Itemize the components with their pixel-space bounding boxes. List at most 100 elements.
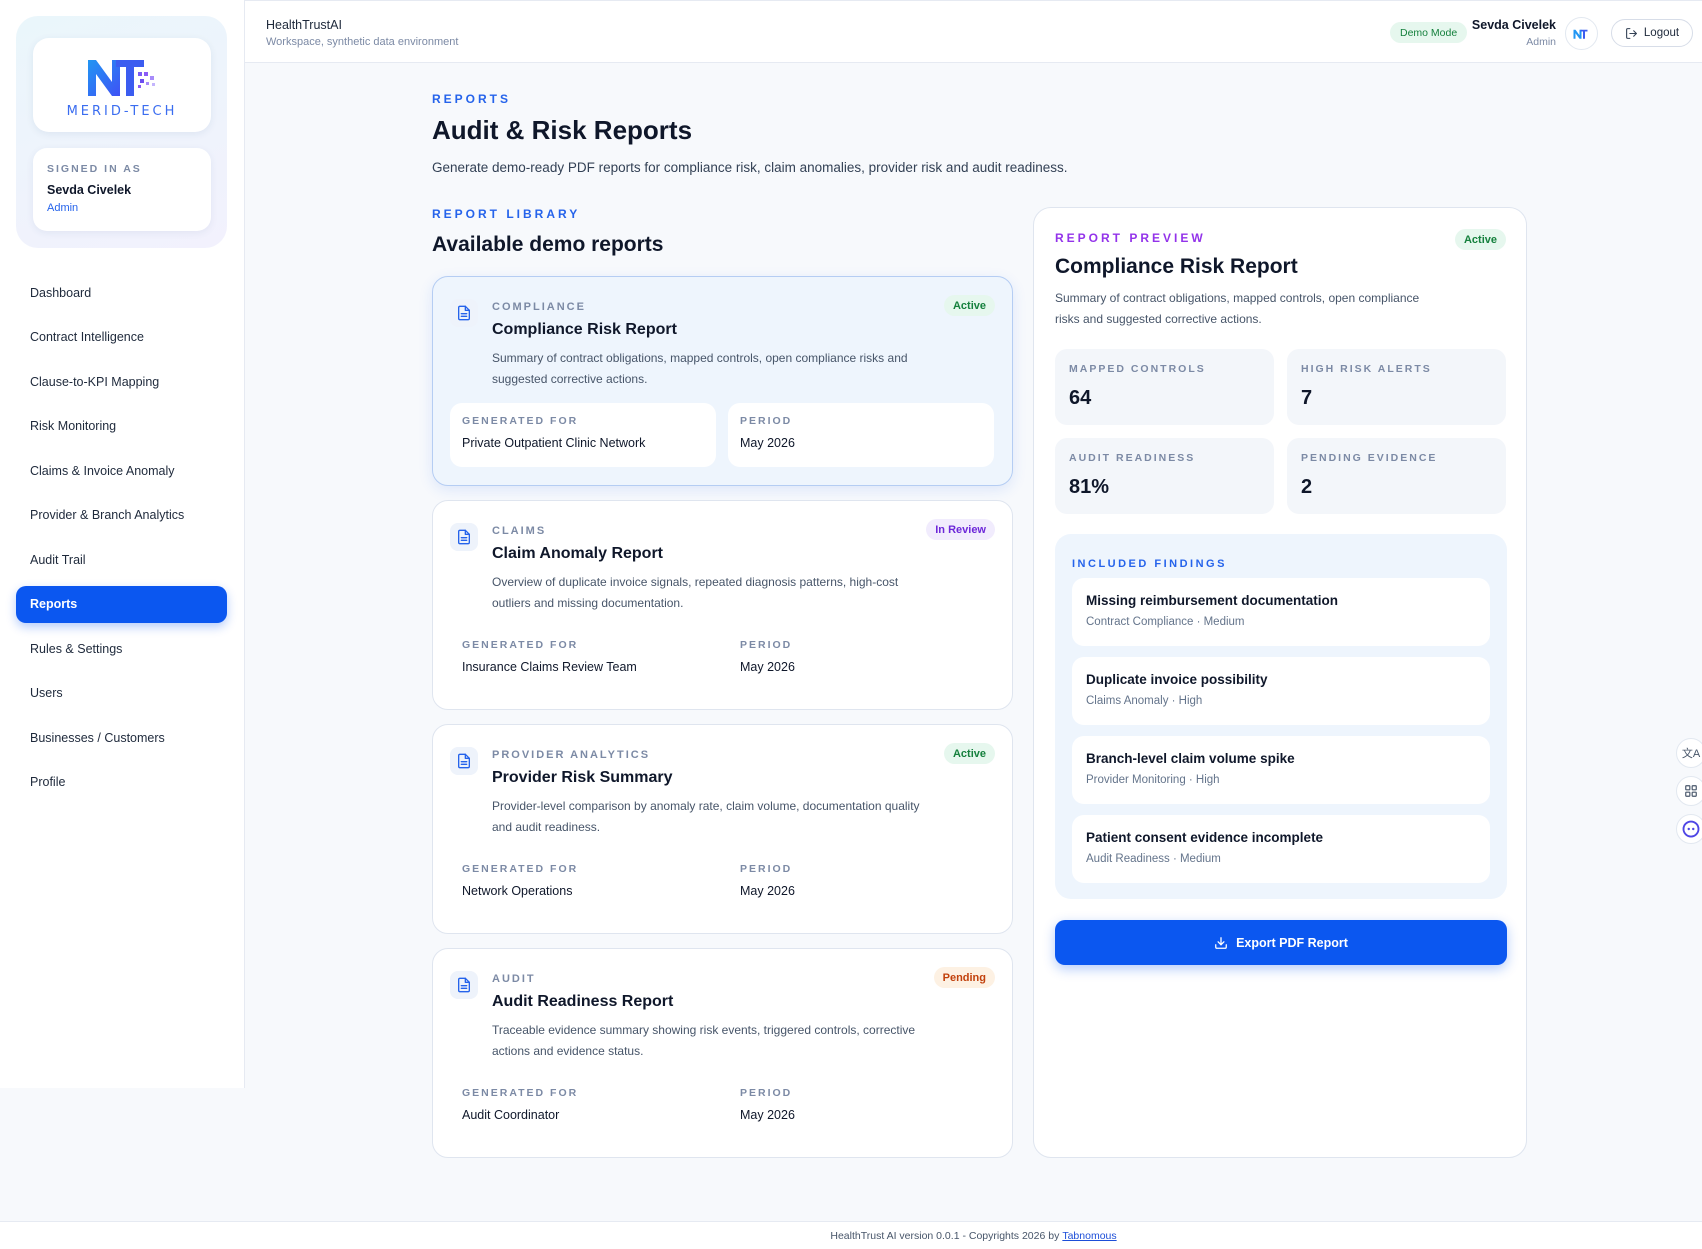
user-role: Admin <box>1526 36 1556 48</box>
status-badge: Active <box>943 295 995 316</box>
signed-in-card: SIGNED IN AS Sevda Civelek Admin <box>33 148 211 231</box>
preview-status-badge: Active <box>1454 229 1506 250</box>
metric-value: 7 <box>1301 387 1313 409</box>
period-value: May 2026 <box>740 884 795 898</box>
sidebar-item-dashboard[interactable]: Dashboard <box>16 274 227 311</box>
top-bar: HealthTrustAI Workspace, synthetic data … <box>245 0 1702 63</box>
metric-label: AUDIT READINESS <box>1069 452 1196 464</box>
logout-icon <box>1625 27 1637 39</box>
sidebar-item-claims-invoice-anomaly[interactable]: Claims & Invoice Anomaly <box>16 452 227 489</box>
app-subtitle: Workspace, synthetic data environment <box>266 36 459 48</box>
period-box: PERIOD May 2026 <box>728 403 994 467</box>
finding-title: Duplicate invoice possibility <box>1086 672 1268 687</box>
app-name: HealthTrustAI <box>266 18 342 32</box>
library-title: Available demo reports <box>432 233 664 256</box>
finding-item[interactable]: Missing reimbursement documentation Cont… <box>1072 578 1490 646</box>
sidebar-item-profile[interactable]: Profile <box>16 764 227 801</box>
footer-text: HealthTrust AI version 0.0.1 - Copyright… <box>830 1229 1060 1242</box>
report-description: Summary of contract obligations, mapped … <box>492 351 908 386</box>
generated-for-label: GENERATED FOR <box>462 639 579 651</box>
logout-button[interactable]: Logout <box>1611 19 1693 47</box>
generated-for-box: GENERATED FOR Insurance Claims Review Te… <box>450 627 716 691</box>
report-category: AUDIT <box>492 973 536 985</box>
metric-value: 2 <box>1301 476 1313 498</box>
report-preview-panel: REPORT PREVIEW Active Compliance Risk Re… <box>1033 207 1527 1158</box>
footer-link[interactable]: Tabnomous <box>1062 1230 1116 1242</box>
metric-mapped-controls: MAPPED CONTROLS 64 <box>1055 349 1274 425</box>
report-category: COMPLIANCE <box>492 301 586 313</box>
page-title: Audit & Risk Reports <box>432 115 693 145</box>
assistant-icon <box>1682 820 1700 838</box>
sidebar: MERID-TECH SIGNED IN AS Sevda Civelek Ad… <box>0 0 245 1088</box>
sidebar-item-audit-trail[interactable]: Audit Trail <box>16 541 227 578</box>
finding-title: Missing reimbursement documentation <box>1086 593 1339 608</box>
user-name: Sevda Civelek <box>1471 18 1556 32</box>
period-value: May 2026 <box>740 436 795 450</box>
sidebar-item-risk-monitoring[interactable]: Risk Monitoring <box>16 408 227 445</box>
logout-label: Logout <box>1643 27 1680 39</box>
generated-for-box: GENERATED FOR Private Outpatient Clinic … <box>450 403 716 467</box>
generated-for-label: GENERATED FOR <box>462 1087 579 1099</box>
finding-item[interactable]: Branch-level claim volume spike Provider… <box>1072 736 1490 804</box>
apps-button[interactable] <box>1676 776 1702 806</box>
library-eyebrow: REPORT LIBRARY <box>432 207 581 221</box>
period-value: May 2026 <box>740 660 795 674</box>
sidebar-nav: Dashboard Contract Intelligence Clause-t… <box>16 274 227 808</box>
finding-meta: Claims Anomaly · High <box>1086 695 1203 707</box>
included-findings: INCLUDED FINDINGS Missing reimbursement … <box>1055 534 1507 899</box>
sidebar-item-businesses-customers[interactable]: Businesses / Customers <box>16 719 227 756</box>
report-card-audit[interactable]: AUDIT Audit Readiness Report Traceable e… <box>432 948 1013 1158</box>
report-description: Provider-level comparison by anomaly rat… <box>492 799 920 834</box>
finding-title: Branch-level claim volume spike <box>1086 751 1295 766</box>
period-label: PERIOD <box>740 1087 793 1099</box>
finding-item[interactable]: Patient consent evidence incomplete Audi… <box>1072 815 1490 883</box>
status-badge: In Review <box>926 519 995 540</box>
translate-icon: 文A <box>1681 748 1701 760</box>
export-pdf-button[interactable]: Export PDF Report <box>1055 920 1507 965</box>
metric-value: 64 <box>1069 387 1092 409</box>
report-category: CLAIMS <box>492 525 547 537</box>
signed-in-role: Admin <box>47 202 79 214</box>
period-label: PERIOD <box>740 639 793 651</box>
generated-for-label: GENERATED FOR <box>462 863 579 875</box>
sidebar-item-reports[interactable]: Reports <box>16 585 227 623</box>
generated-for-box: GENERATED FOR Network Operations <box>450 851 716 915</box>
report-title: Provider Risk Summary <box>492 769 673 786</box>
logo[interactable]: MERID-TECH <box>33 38 211 132</box>
brand-panel: MERID-TECH SIGNED IN AS Sevda Civelek Ad… <box>16 16 227 248</box>
assistant-button[interactable] <box>1676 814 1702 844</box>
preview-eyebrow: REPORT PREVIEW <box>1055 231 1206 245</box>
finding-meta: Audit Readiness · Medium <box>1086 853 1221 865</box>
report-category: PROVIDER ANALYTICS <box>492 749 651 761</box>
sidebar-item-users[interactable]: Users <box>16 675 227 712</box>
report-card-provider-analytics[interactable]: PROVIDER ANALYTICS Provider Risk Summary… <box>432 724 1013 934</box>
period-box: PERIOD May 2026 <box>728 1075 994 1139</box>
footer: HealthTrust AI version 0.0.1 - Copyright… <box>0 1221 1702 1249</box>
report-description: Traceable evidence summary showing risk … <box>492 1023 916 1058</box>
finding-meta: Provider Monitoring · High <box>1086 774 1220 786</box>
report-title: Audit Readiness Report <box>492 993 674 1010</box>
report-card-compliance[interactable]: COMPLIANCE Compliance Risk Report Summar… <box>432 276 1013 486</box>
avatar[interactable] <box>1565 17 1598 50</box>
sidebar-item-provider-branch-analytics[interactable]: Provider & Branch Analytics <box>16 497 227 534</box>
finding-meta: Contract Compliance · Medium <box>1086 616 1245 628</box>
status-badge: Active <box>943 743 995 764</box>
avatar-logo-icon <box>1573 29 1587 39</box>
report-card-claims[interactable]: CLAIMS Claim Anomaly Report Overview of … <box>432 500 1013 710</box>
sidebar-item-clause-kpi-mapping[interactable]: Clause-to-KPI Mapping <box>16 363 227 400</box>
translate-button[interactable]: 文A <box>1676 738 1702 768</box>
signed-in-label: SIGNED IN AS <box>47 163 142 175</box>
metric-value: 81% <box>1069 476 1110 498</box>
generated-for-value: Audit Coordinator <box>462 1108 560 1122</box>
finding-item[interactable]: Duplicate invoice possibility Claims Ano… <box>1072 657 1490 725</box>
metric-pending-evidence: PENDING EVIDENCE 2 <box>1287 438 1506 514</box>
generated-for-value: Private Outpatient Clinic Network <box>462 436 646 450</box>
period-box: PERIOD May 2026 <box>728 851 994 915</box>
document-icon <box>450 299 478 327</box>
report-title: Compliance Risk Report <box>492 321 677 338</box>
page-description: Generate demo-ready PDF reports for comp… <box>432 160 1068 175</box>
edge-toolbar: 文A <box>1676 738 1702 852</box>
sidebar-item-contract-intelligence[interactable]: Contract Intelligence <box>16 319 227 356</box>
sidebar-item-rules-settings[interactable]: Rules & Settings <box>16 630 227 667</box>
metric-high-risk-alerts: HIGH RISK ALERTS 7 <box>1287 349 1506 425</box>
